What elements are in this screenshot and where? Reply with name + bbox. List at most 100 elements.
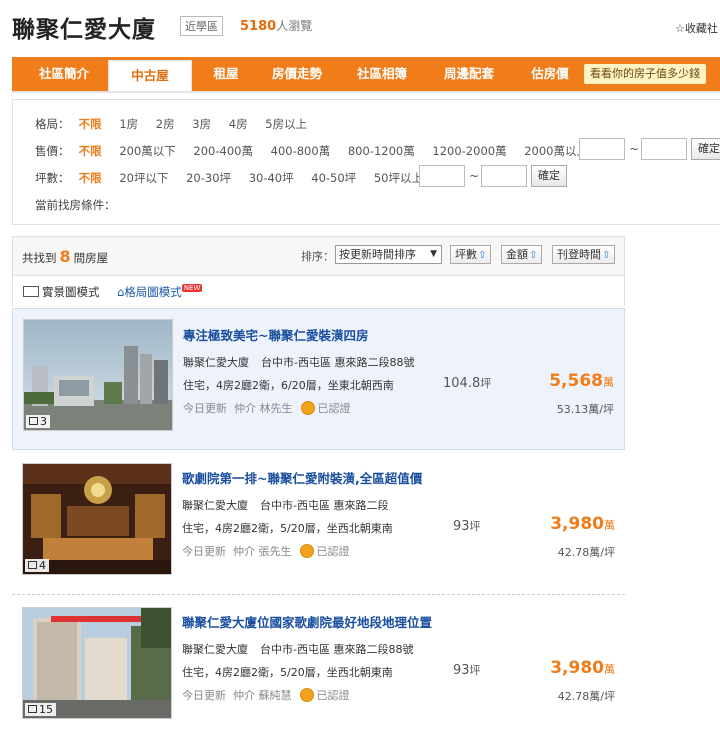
listing-photo[interactable]: 3 xyxy=(23,319,173,431)
photo-mode-button[interactable]: 實景圖模式 xyxy=(23,284,100,300)
sort-by-date-button[interactable]: 刊登時間⇧ xyxy=(552,245,616,264)
size-option[interactable]: 40-50坪 xyxy=(311,170,356,186)
tab-used-houses[interactable]: 中古屋 xyxy=(108,60,192,93)
view-count-number: 5180 xyxy=(240,19,277,34)
arrow-up-icon: ⇧ xyxy=(529,250,538,261)
layout-option[interactable]: 4房 xyxy=(229,116,248,132)
layout-option[interactable]: 1房 xyxy=(119,116,138,132)
size-max-input[interactable] xyxy=(481,165,527,187)
listing-agent[interactable]: 仲介 林先生 xyxy=(234,402,293,415)
chevron-down-icon: ▼ xyxy=(430,249,437,259)
filter-layout-label: 格局： xyxy=(35,117,70,131)
photo-count: 15 xyxy=(25,703,56,716)
price-confirm-button[interactable]: 確定 xyxy=(691,138,720,160)
size-confirm-button[interactable]: 確定 xyxy=(531,165,567,187)
photo-count: 4 xyxy=(25,559,49,572)
listing-area-unit: 坪 xyxy=(480,377,492,390)
tab-album[interactable]: 社區相簿 xyxy=(340,57,424,91)
size-option[interactable]: 20坪以下 xyxy=(119,170,168,186)
result-count: 共找到 8 間房屋 xyxy=(22,247,108,266)
price-option[interactable]: 不限 xyxy=(79,143,102,159)
arrow-up-icon: ⇧ xyxy=(478,250,487,261)
listing-divider xyxy=(12,594,625,595)
tab-price-trend[interactable]: 房價走勢 xyxy=(255,57,339,91)
listing-unit-price: 42.78萬/坪 xyxy=(557,690,615,703)
nav-divider xyxy=(12,91,720,93)
layout-mode-button[interactable]: ⌂格局圖模式 NEW xyxy=(117,284,203,300)
tab-community-intro[interactable]: 社區簡介 xyxy=(22,57,106,91)
price-min-input[interactable] xyxy=(579,138,625,160)
listing-agent[interactable]: 仲介 張先生 xyxy=(233,545,292,558)
layout-option[interactable]: 5房以上 xyxy=(265,116,307,132)
price-option[interactable]: 200-400萬 xyxy=(193,143,253,159)
listing-title[interactable]: 專注極致美宅~聯聚仁愛裝潢四房 xyxy=(183,325,368,344)
sort-select[interactable]: 按更新時間排序 ▼ xyxy=(335,245,442,264)
price-max-input[interactable] xyxy=(641,138,687,160)
listing-card[interactable]: 3 專注極致美宅~聯聚仁愛裝潢四房 聯聚仁愛大廈 台中市-西屯區 惠來路二段88號… xyxy=(12,308,625,450)
listing-area-unit: 坪 xyxy=(469,664,481,677)
listing-details: 住宅，4房2廳2衛，5/20層，坐西北朝東南 xyxy=(182,522,393,535)
listing-address: 台中市-西屯區 惠來路二段88號 xyxy=(261,356,415,369)
listing-title[interactable]: 聯聚仁愛大廈位國家歌劇院最好地段地理位置 xyxy=(182,612,432,631)
listing-card[interactable]: 15 聯聚仁愛大廈位國家歌劇院最好地段地理位置 聯聚仁愛大廈 台中市-西屯區 惠來… xyxy=(12,596,625,730)
layout-mode-label: 格局圖模式 xyxy=(124,285,182,299)
filter-price-label: 售價： xyxy=(35,144,70,158)
listing-card[interactable]: 4 歌劇院第一排~聯聚仁愛附裝潢,全區超值價 聯聚仁愛大廈 台中市-西屯區 惠來路… xyxy=(12,452,625,592)
price-option[interactable]: 200萬以下 xyxy=(119,143,175,159)
favorite-button[interactable]: ☆收藏社 xyxy=(675,20,718,36)
listing-photo[interactable]: 15 xyxy=(22,607,172,719)
sort-label: 排序： xyxy=(301,250,334,263)
photo-count: 3 xyxy=(26,415,50,428)
size-min-input[interactable] xyxy=(419,165,465,187)
listing-area-value: 104.8 xyxy=(443,376,481,391)
sort-by-size-button[interactable]: 坪數⇧ xyxy=(450,245,492,264)
sort-by-date-label: 刊登時間 xyxy=(557,248,601,261)
size-option[interactable]: 不限 xyxy=(79,170,102,186)
price-option[interactable]: 800-1200萬 xyxy=(348,143,415,159)
listing-photo[interactable]: 4 xyxy=(22,463,172,575)
page-header: 聯聚仁愛大廈 近學區 5180人瀏覽 ☆收藏社 xyxy=(0,0,720,56)
listing-price-unit: 萬 xyxy=(604,519,615,532)
size-range-tilde: ~ xyxy=(469,169,480,183)
listing-location: 聯聚仁愛大廈 台中市-西屯區 惠來路二段88號 xyxy=(183,354,414,370)
listing-price: 3,980萬 xyxy=(550,514,615,534)
size-option[interactable]: 30-40坪 xyxy=(249,170,294,186)
community-title: 聯聚仁愛大廈 xyxy=(12,17,156,43)
price-option[interactable]: 400-800萬 xyxy=(271,143,331,159)
results-header: 共找到 8 間房屋 排序： 按更新時間排序 ▼ 坪數⇧ 金額⇧ 刊登時間⇧ 實景圖模式… xyxy=(12,236,625,306)
filter-size-label: 坪數： xyxy=(35,171,70,185)
result-count-number: 8 xyxy=(59,247,71,266)
layout-option[interactable]: 2房 xyxy=(156,116,175,132)
view-mode-bar: 實景圖模式 ⌂格局圖模式 NEW xyxy=(13,275,624,306)
listing-unit-price: 42.78萬/坪 xyxy=(557,546,615,559)
listing-meta: 今日更新 仲介 蘇純慧 已認證 xyxy=(182,687,350,703)
estimate-tip[interactable]: 看看你的房子值多少錢 xyxy=(584,64,706,84)
star-icon: ☆ xyxy=(675,22,685,35)
listing-price-unit: 萬 xyxy=(603,376,614,389)
layout-option[interactable]: 不限 xyxy=(79,116,102,132)
price-option[interactable]: 1200-2000萬 xyxy=(432,143,506,159)
listing-meta: 今日更新 仲介 張先生 已認證 xyxy=(182,543,350,559)
price-range-tilde: ~ xyxy=(629,142,640,156)
size-option[interactable]: 50坪以上 xyxy=(374,170,423,186)
sort-by-price-button[interactable]: 金額⇧ xyxy=(501,245,543,264)
tab-estimate[interactable]: 估房價 xyxy=(508,57,592,91)
community-nav: 社區簡介 中古屋 租屋 房價走勢 社區相簿 周邊配套 估房價 看看你的房子值多少… xyxy=(12,57,720,93)
listing-location: 聯聚仁愛大廈 台中市-西屯區 惠來路二段 xyxy=(182,497,388,513)
listing-verified: 已認證 xyxy=(316,545,350,558)
size-option[interactable]: 20-30坪 xyxy=(186,170,231,186)
school-district-tag[interactable]: 近學區 xyxy=(180,16,223,36)
photo-count-number: 3 xyxy=(40,415,47,428)
listing-price: 3,980萬 xyxy=(550,658,615,678)
layout-option[interactable]: 3房 xyxy=(192,116,211,132)
current-conditions: 當前找房條件： xyxy=(35,198,116,212)
listing-price: 5,568萬 xyxy=(549,371,614,391)
listing-agent[interactable]: 仲介 蘇純慧 xyxy=(233,689,292,702)
listing-title[interactable]: 歌劇院第一排~聯聚仁愛附裝潢,全區超值價 xyxy=(182,468,422,487)
verified-medal-icon xyxy=(299,544,314,558)
tab-surroundings[interactable]: 周邊配套 xyxy=(427,57,511,91)
filter-size: 坪數： 不限 20坪以下 20-30坪 30-40坪 40-50坪 50坪以上 xyxy=(35,170,437,186)
listing-updated: 今日更新 xyxy=(182,689,226,702)
sort-by-size-label: 坪數 xyxy=(455,248,477,261)
listing-area-unit: 坪 xyxy=(469,520,481,533)
